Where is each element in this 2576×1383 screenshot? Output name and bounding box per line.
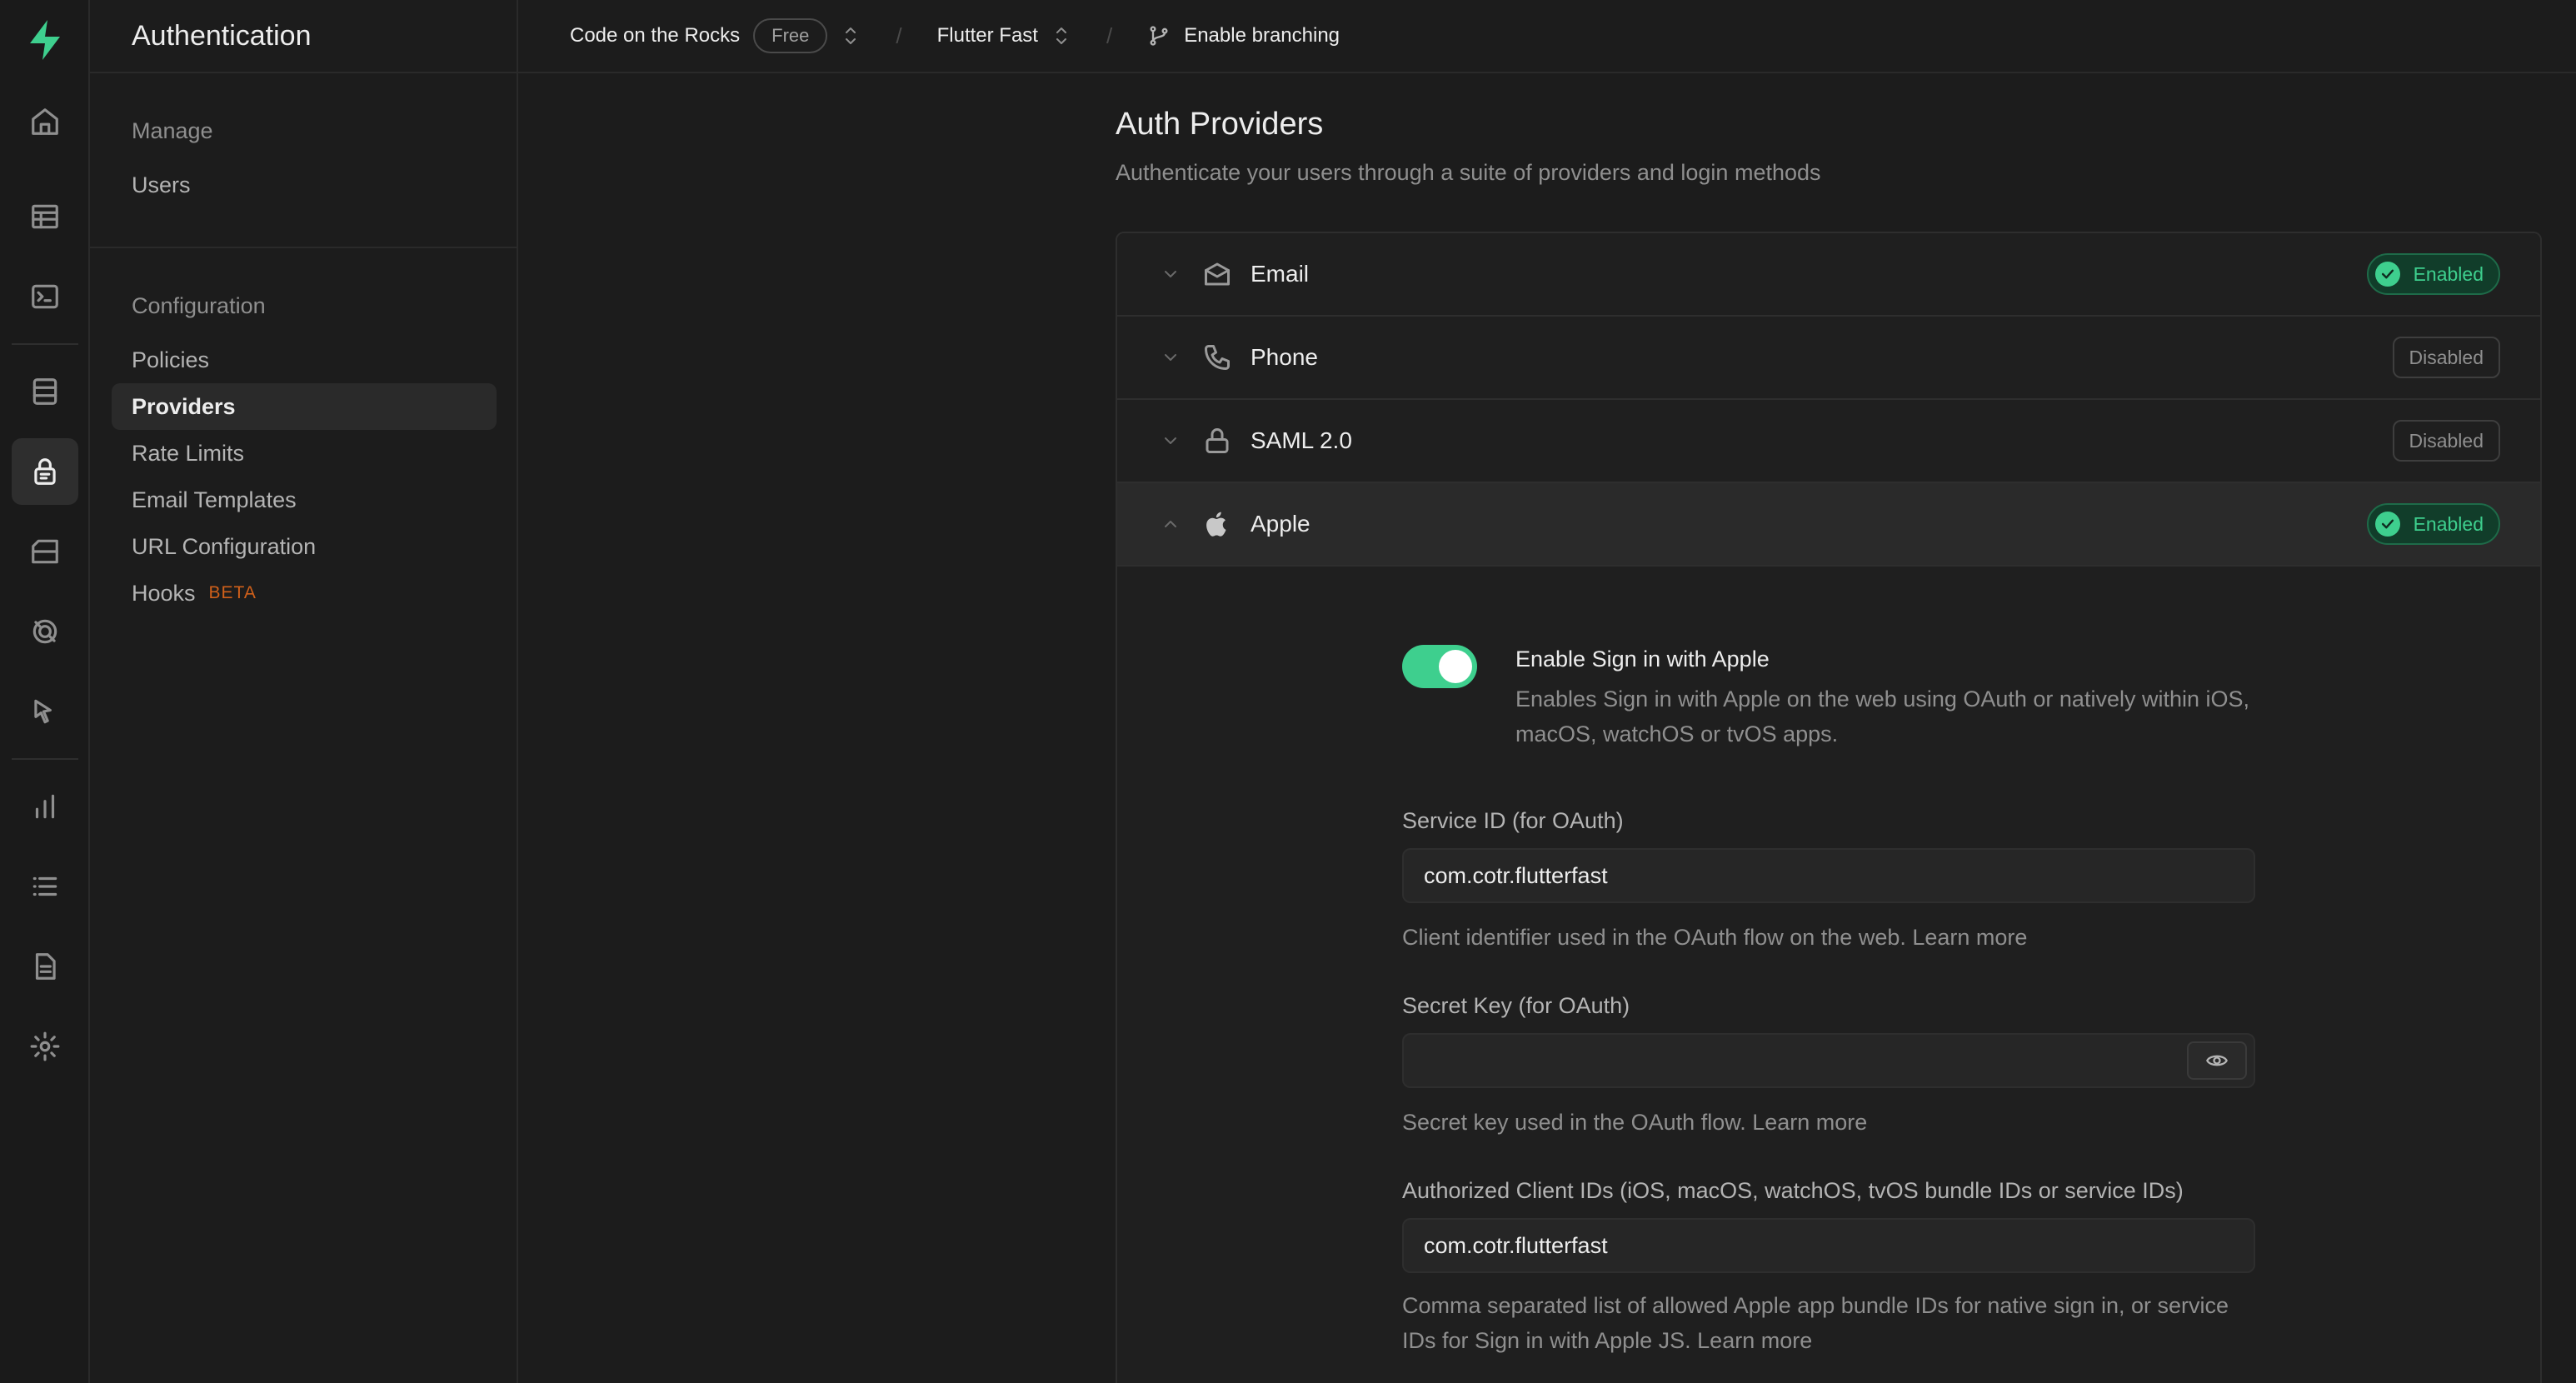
- icon-rail: [0, 0, 90, 1383]
- sql-editor-icon[interactable]: [12, 263, 78, 330]
- providers-list: Email Enabled Phone Disabled SAML 2.0 Di…: [1116, 232, 2542, 1383]
- auth-sidebar: Authentication Manage Users Configuratio…: [90, 0, 518, 1383]
- client-ids-help: Comma separated list of allowed Apple ap…: [1402, 1293, 2229, 1353]
- sidebar-item-users[interactable]: Users: [112, 162, 497, 208]
- chevron-down-icon: [1161, 347, 1181, 367]
- secret-key-help: Secret key used in the OAuth flow. Learn…: [1402, 1110, 1868, 1135]
- breadcrumb-separator: /: [1106, 22, 1113, 48]
- provider-name: Apple: [1251, 511, 1310, 537]
- reports-icon[interactable]: [12, 773, 78, 840]
- sidebar-title: Authentication: [90, 0, 517, 73]
- service-id-input[interactable]: [1402, 848, 2255, 903]
- secret-key-label: Secret Key (for OAuth): [1402, 993, 1630, 1018]
- status-badge-enabled: Enabled: [2366, 253, 2500, 295]
- chevron-up-icon: [1161, 514, 1181, 534]
- beta-badge: BETA: [208, 583, 257, 602]
- logs-icon[interactable]: [12, 853, 78, 920]
- sidebar-item-hooks-label: Hooks: [132, 580, 196, 606]
- sidebar-group-manage: Manage: [132, 118, 213, 143]
- client-ids-label: Authorized Client IDs (iOS, macOS, watch…: [1402, 1178, 2184, 1203]
- table-editor-icon[interactable]: [12, 183, 78, 250]
- project-name: Flutter Fast: [936, 24, 1038, 47]
- top-breadcrumb-bar: Code on the Rocks Free / Flutter Fast / …: [518, 0, 2576, 73]
- enable-apple-description: Enables Sign in with Apple on the web us…: [1515, 687, 2250, 746]
- enable-branching-label: Enable branching: [1184, 24, 1340, 47]
- supabase-logo-icon[interactable]: [22, 17, 68, 63]
- provider-name: SAML 2.0: [1251, 427, 1352, 453]
- status-badge-enabled: Enabled: [2366, 503, 2500, 545]
- provider-row-apple[interactable]: Apple Enabled: [1117, 483, 2540, 567]
- chevron-up-down-icon: [841, 24, 861, 47]
- service-id-label: Service ID (for OAuth): [1402, 808, 1624, 833]
- page-subtitle: Authenticate your users through a suite …: [1116, 160, 1821, 185]
- status-badge-disabled: Disabled: [2392, 337, 2500, 378]
- client-ids-input[interactable]: [1402, 1218, 2255, 1273]
- storage-icon[interactable]: [12, 518, 78, 585]
- status-text: Enabled: [2413, 512, 2484, 535]
- breadcrumb-org[interactable]: Code on the Rocks Free: [570, 18, 861, 53]
- enable-branching-button[interactable]: Enable branching: [1147, 24, 1340, 47]
- org-name: Code on the Rocks: [570, 24, 741, 47]
- provider-row-email[interactable]: Email Enabled: [1117, 233, 2540, 317]
- check-icon: [2374, 512, 2400, 537]
- chevron-down-icon: [1161, 264, 1181, 284]
- toggle-knob: [1439, 650, 1472, 683]
- sidebar-group-configuration: Configuration: [132, 293, 266, 318]
- breadcrumb-project[interactable]: Flutter Fast: [937, 24, 1071, 47]
- home-icon[interactable]: [12, 88, 78, 155]
- sidebar-item-hooks[interactable]: Hooks BETA: [112, 570, 497, 617]
- api-docs-icon[interactable]: [12, 933, 78, 1000]
- apple-icon: [1202, 509, 1232, 539]
- reveal-secret-eye-icon[interactable]: [2187, 1041, 2247, 1080]
- enable-apple-toggle[interactable]: [1402, 645, 1477, 688]
- provider-name: Phone: [1251, 344, 1318, 370]
- authentication-icon[interactable]: [12, 438, 78, 505]
- status-text: Enabled: [2413, 262, 2484, 285]
- settings-gear-icon[interactable]: [12, 1013, 78, 1080]
- phone-icon: [1202, 342, 1232, 372]
- chevron-down-icon: [1161, 431, 1181, 451]
- secret-key-input[interactable]: [1402, 1033, 2255, 1088]
- sidebar-item-rate-limits[interactable]: Rate Limits: [112, 430, 497, 477]
- chevron-up-down-icon: [1051, 24, 1071, 47]
- provider-row-phone[interactable]: Phone Disabled: [1117, 317, 2540, 400]
- sidebar-item-policies[interactable]: Policies: [112, 337, 497, 383]
- enable-apple-title: Enable Sign in with Apple: [1515, 647, 1770, 672]
- provider-name: Email: [1251, 261, 1310, 287]
- provider-row-saml[interactable]: SAML 2.0 Disabled: [1117, 400, 2540, 483]
- status-badge-disabled: Disabled: [2392, 420, 2500, 462]
- lock-icon: [1202, 426, 1232, 456]
- sidebar-item-providers[interactable]: Providers: [112, 383, 497, 430]
- git-branch-icon: [1147, 24, 1171, 47]
- edge-functions-icon[interactable]: [12, 678, 78, 745]
- sidebar-item-email-templates[interactable]: Email Templates: [112, 477, 497, 523]
- page-title: Auth Providers: [1116, 107, 1324, 142]
- plan-badge: Free: [753, 18, 828, 53]
- check-icon: [2374, 262, 2400, 287]
- service-id-help: Client identifier used in the OAuth flow…: [1402, 925, 2028, 950]
- sidebar-item-url-configuration[interactable]: URL Configuration: [112, 523, 497, 570]
- main-content: Auth Providers Authenticate your users t…: [518, 73, 2576, 1383]
- envelope-icon: [1202, 259, 1232, 289]
- breadcrumb-separator: /: [896, 22, 902, 48]
- database-icon[interactable]: [12, 358, 78, 425]
- realtime-icon[interactable]: [12, 598, 78, 665]
